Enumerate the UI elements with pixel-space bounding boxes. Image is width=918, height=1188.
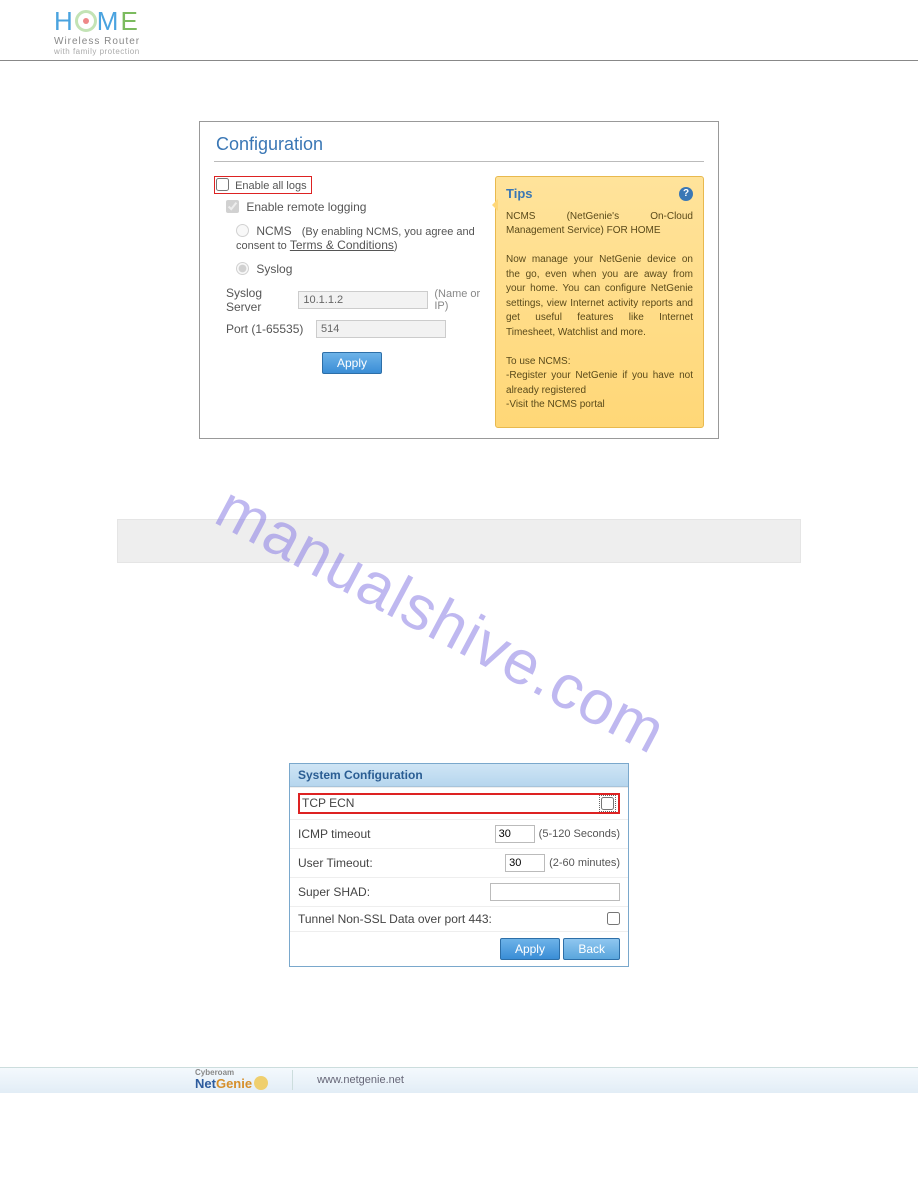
config-form: Enable all logs Enable remote logging NC…	[214, 176, 485, 428]
user-timeout-row: User Timeout: (2-60 minutes)	[290, 848, 628, 877]
tips-p3: To use NCMS:	[506, 355, 693, 370]
logo-subtitle-2: with family protection	[54, 47, 878, 56]
home-logo: HME	[54, 8, 878, 34]
system-config-title: System Configuration	[290, 764, 628, 787]
super-shad-row: Super SHAD:	[290, 877, 628, 906]
apply-button[interactable]: Apply	[322, 352, 382, 374]
tips-p5: -Visit the NCMS portal	[506, 398, 693, 413]
ncms-note-suffix: )	[394, 240, 398, 252]
port-row: Port (1-65535)	[226, 320, 485, 338]
enable-remote-row: Enable remote logging	[226, 200, 485, 214]
super-shad-input[interactable]	[490, 883, 620, 901]
syslog-server-hint: (Name or IP)	[434, 288, 485, 312]
user-timeout-input[interactable]	[505, 854, 545, 872]
icmp-hint: (5-120 Seconds)	[539, 828, 620, 840]
ncms-radio[interactable]	[236, 224, 249, 237]
syslog-label: Syslog	[256, 262, 292, 276]
ncms-label: NCMS	[256, 224, 291, 238]
tcp-ecn-row: TCP ECN	[290, 787, 628, 819]
system-configuration-panel: System Configuration TCP ECN ICMP timeou…	[289, 763, 629, 967]
tunnel-label: Tunnel Non-SSL Data over port 443:	[298, 912, 607, 926]
configuration-panel: Configuration Enable all logs Enable rem…	[199, 121, 719, 439]
system-config-buttons: Apply Back	[290, 931, 628, 966]
ncms-row: NCMS (By enabling NCMS, you agree and co…	[236, 224, 485, 252]
syslog-row: Syslog	[236, 262, 485, 276]
enable-all-logs-highlight: Enable all logs	[214, 176, 312, 194]
help-icon[interactable]: ?	[679, 187, 693, 201]
tunnel-row: Tunnel Non-SSL Data over port 443:	[290, 906, 628, 931]
terms-link[interactable]: Terms & Conditions	[290, 238, 394, 252]
watermark: manualshive.com	[204, 472, 677, 768]
tips-p2: Now manage your NetGenie device on the g…	[506, 253, 693, 340]
back-button[interactable]: Back	[563, 938, 620, 960]
syslog-server-input[interactable]	[298, 291, 428, 309]
icmp-input[interactable]	[495, 825, 535, 843]
enable-remote-checkbox[interactable]	[226, 200, 239, 213]
tcp-ecn-checkbox[interactable]	[601, 797, 614, 810]
syslog-server-label: Syslog Server	[226, 286, 298, 314]
enable-all-logs-checkbox[interactable]	[216, 178, 229, 191]
port-label: Port (1-65535)	[226, 322, 316, 336]
panel-title: Configuration	[214, 132, 704, 161]
user-timeout-hint: (2-60 minutes)	[549, 857, 620, 869]
tips-title: Tips	[506, 185, 533, 204]
tunnel-checkbox[interactable]	[607, 912, 620, 925]
tips-title-row: Tips ?	[506, 185, 693, 204]
icmp-label: ICMP timeout	[298, 827, 495, 841]
tips-p1: NCMS (NetGenie's On-Cloud Management Ser…	[506, 210, 693, 239]
page-header: HME Wireless Router with family protecti…	[0, 0, 918, 61]
divider	[214, 161, 704, 162]
super-shad-label: Super SHAD:	[298, 885, 490, 899]
syslog-server-row: Syslog Server (Name or IP)	[226, 286, 485, 314]
tips-panel: Tips ? NCMS (NetGenie's On-Cloud Managem…	[495, 176, 704, 428]
tips-p4: -Register your NetGenie if you have not …	[506, 369, 693, 398]
grey-placeholder-bar	[117, 519, 801, 563]
enable-remote-label: Enable remote logging	[246, 200, 366, 214]
page-footer: Cyberoam NetGenie www.netgenie.net	[0, 1067, 918, 1093]
footer-brand: Cyberoam NetGenie	[195, 1070, 268, 1091]
user-timeout-label: User Timeout:	[298, 856, 505, 870]
syslog-radio[interactable]	[236, 262, 249, 275]
footer-url: www.netgenie.net	[317, 1074, 404, 1086]
icmp-row: ICMP timeout (5-120 Seconds)	[290, 819, 628, 848]
tcp-ecn-label: TCP ECN	[302, 796, 599, 810]
system-apply-button[interactable]: Apply	[500, 938, 560, 960]
logo-subtitle-1: Wireless Router	[54, 36, 878, 47]
enable-all-logs-label: Enable all logs	[235, 180, 307, 192]
port-input[interactable]	[316, 320, 446, 338]
netgenie-icon	[254, 1076, 268, 1090]
footer-divider	[292, 1070, 293, 1090]
